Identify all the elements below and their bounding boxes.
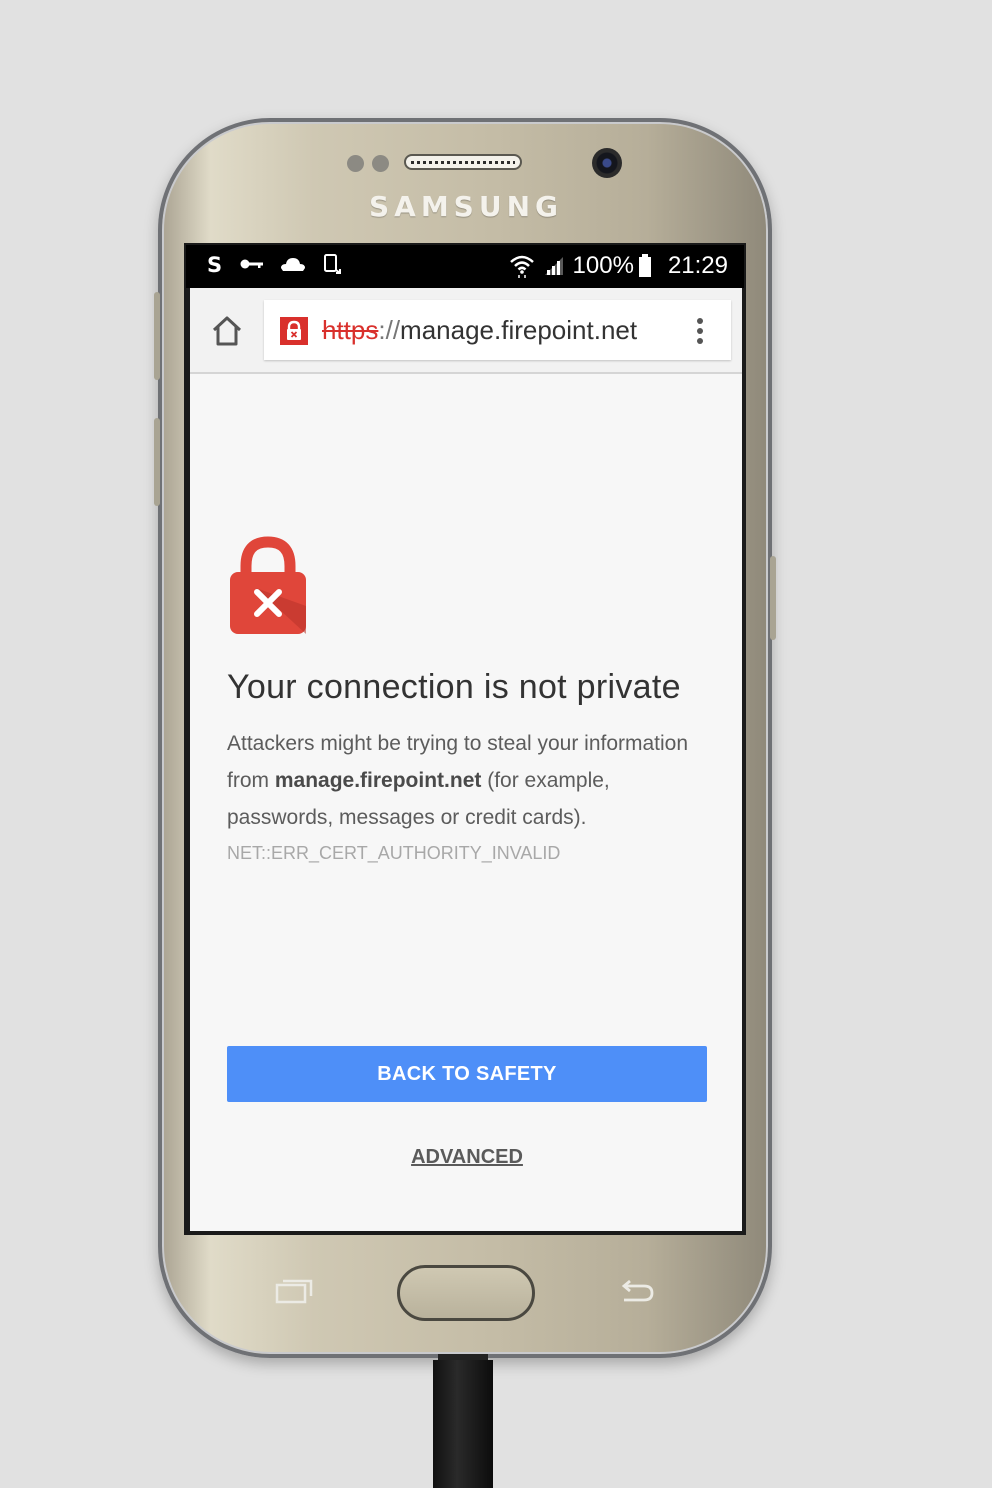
skype-icon: S: [206, 253, 224, 275]
cloud-icon: [280, 256, 306, 272]
back-to-safety-button[interactable]: BACK TO SAFETY: [227, 1046, 707, 1102]
proximity-sensor: [347, 155, 364, 172]
browser-toolbar: https://manage.firepoint.net: [190, 288, 742, 374]
svg-text:S: S: [207, 253, 222, 275]
back-icon[interactable]: [620, 1279, 656, 1306]
status-bar: S 100% 21:29: [186, 245, 744, 288]
warning-host: manage.firepoint.net: [274, 769, 482, 792]
battery-icon: [638, 254, 652, 278]
battery-percentage: 100%: [572, 252, 634, 279]
light-sensor: [372, 155, 389, 172]
url-scheme: https: [322, 315, 379, 345]
wifi-icon: [509, 254, 535, 278]
recent-apps-icon[interactable]: [275, 1278, 313, 1304]
power-button: [770, 556, 776, 640]
front-camera: [592, 148, 622, 178]
error-code[interactable]: NET::ERR_CERT_AUTHORITY_INVALID: [227, 843, 560, 864]
broken-lock-icon[interactable]: [280, 317, 308, 345]
browser-viewport: https://manage.firepoint.net Your connec…: [190, 288, 742, 1231]
device-rotate-icon: [322, 253, 342, 275]
home-key[interactable]: [397, 1265, 535, 1321]
earpiece-speaker: [404, 154, 522, 170]
page-title: Your connection is not private: [227, 668, 681, 706]
clock: 21:29: [667, 252, 728, 279]
overflow-menu-icon[interactable]: [695, 318, 705, 346]
advanced-link[interactable]: ADVANCED: [227, 1146, 707, 1169]
url-separator: ://: [378, 315, 401, 345]
url-bar[interactable]: https://manage.firepoint.net: [264, 300, 731, 360]
url-host: manage.firepoint.net: [400, 315, 638, 345]
volume-up-button: [154, 292, 160, 380]
brand-logo: SAMSUNG: [368, 190, 564, 223]
volume-down-button: [154, 418, 160, 506]
vpn-key-icon: [240, 257, 264, 271]
url-text[interactable]: https://manage.firepoint.net: [322, 315, 637, 346]
home-icon[interactable]: [210, 314, 244, 348]
usb-cable: [433, 1360, 493, 1488]
screen: S 100% 21:29 https://manage.firepoint.ne…: [184, 243, 746, 1235]
warning-description: Attackers might be trying to steal your …: [227, 725, 717, 836]
not-secure-lock-icon: [226, 536, 310, 636]
signal-icon: [543, 255, 565, 277]
